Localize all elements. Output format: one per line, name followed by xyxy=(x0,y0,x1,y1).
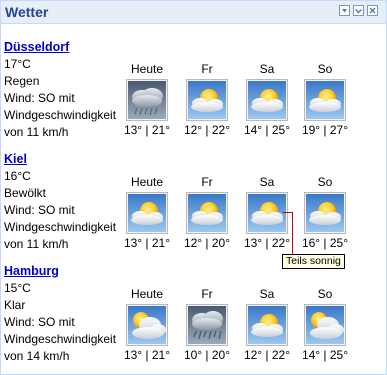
day-label: Fr xyxy=(201,62,213,76)
forecast-day: Heute 13° | 21° xyxy=(121,62,173,137)
city-block-kiel: Kiel 16°C Bewölkt Wind: SO mit Windgesch… xyxy=(4,151,124,253)
forecast-day: So 14° | 25° xyxy=(299,287,351,362)
temp-range: 12° | 20° xyxy=(183,236,231,250)
day-label: Sa xyxy=(259,287,275,301)
wind-direction: Wind: SO mit xyxy=(4,203,75,217)
forecast-day: Fr 12° | 20° xyxy=(181,175,233,250)
wind-speed-label: Windgeschwindigkeit xyxy=(4,332,117,346)
city-link[interactable]: Hamburg xyxy=(4,263,124,280)
wind-speed: von 14 km/h xyxy=(4,349,70,363)
weather-widget: Wetter Düsseldorf 17°C Regen Wind: SO mi… xyxy=(0,0,387,375)
day-label: Heute xyxy=(130,287,164,301)
day-label: So xyxy=(317,175,333,189)
tooltip-pointer xyxy=(292,212,293,254)
day-label: Fr xyxy=(201,287,213,301)
current-condition: Klar xyxy=(4,298,26,312)
partly-sunny-icon xyxy=(304,79,346,121)
widget-titlebar: Wetter xyxy=(1,1,386,24)
partly-cloudy-icon xyxy=(304,304,346,346)
temp-range: 19° | 27° xyxy=(301,123,349,137)
rain-icon xyxy=(126,79,168,121)
partly-cloudy-icon xyxy=(126,304,168,346)
forecast-day: Heute 13° | 21° xyxy=(121,175,173,250)
current-condition: Bewölkt xyxy=(4,186,47,200)
menu-dropdown-icon[interactable] xyxy=(339,5,350,16)
temp-range: 13° | 22° xyxy=(243,236,291,250)
wind-speed-label: Windgeschwindigkeit xyxy=(4,108,117,122)
day-label: Sa xyxy=(259,62,275,76)
close-icon[interactable] xyxy=(367,5,378,16)
temp-range: 16° | 25° xyxy=(301,236,349,250)
temp-range: 13° | 21° xyxy=(123,348,171,362)
temp-range: 13° | 21° xyxy=(123,123,171,137)
forecast-day: Fr 10° | 20° xyxy=(181,287,233,362)
partly-sunny-icon xyxy=(304,192,346,234)
forecast-day: Fr 12° | 22° xyxy=(181,62,233,137)
partly-sunny-icon xyxy=(186,79,228,121)
minimize-icon[interactable] xyxy=(353,5,364,16)
wind-direction: Wind: SO mit xyxy=(4,91,75,105)
wind-speed-label: Windgeschwindigkeit xyxy=(4,220,117,234)
partly-sunny-icon xyxy=(186,192,228,234)
rain-icon xyxy=(186,304,228,346)
day-label: So xyxy=(317,287,333,301)
day-label: Fr xyxy=(201,175,213,189)
day-label: Heute xyxy=(130,175,164,189)
day-label: Sa xyxy=(259,175,275,189)
temp-range: 12° | 22° xyxy=(183,123,231,137)
forecast-day: So 19° | 27° xyxy=(299,62,351,137)
city-block-duesseldorf: Düsseldorf 17°C Regen Wind: SO mit Windg… xyxy=(4,39,124,141)
forecast-day: Heute 13° | 21° xyxy=(121,287,173,362)
partly-sunny-icon[interactable] xyxy=(246,192,288,234)
current-condition: Regen xyxy=(4,74,40,88)
current-temp: 16°C xyxy=(4,169,31,183)
day-label: Heute xyxy=(130,62,164,76)
forecast-day: So 16° | 25° xyxy=(299,175,351,250)
city-block-hamburg: Hamburg 15°C Klar Wind: SO mit Windgesch… xyxy=(4,263,124,365)
wind-speed: von 11 km/h xyxy=(4,237,69,251)
temp-range: 13° | 21° xyxy=(123,236,171,250)
temp-range: 10° | 20° xyxy=(183,348,231,362)
day-label: So xyxy=(317,62,333,76)
current-temp: 17°C xyxy=(4,57,31,71)
wind-speed: von 11 km/h xyxy=(4,125,69,139)
partly-sunny-icon xyxy=(126,192,168,234)
forecast-day: Sa 12° | 22° xyxy=(241,287,293,362)
partly-sunny-icon xyxy=(246,79,288,121)
temp-range: 14° | 25° xyxy=(243,123,291,137)
city-link[interactable]: Düsseldorf xyxy=(4,39,124,56)
temp-range: 14° | 25° xyxy=(301,348,349,362)
condition-tooltip: Teils sonnig xyxy=(282,254,345,269)
partly-sunny-icon xyxy=(246,304,288,346)
wind-direction: Wind: SO mit xyxy=(4,315,75,329)
temp-range: 12° | 22° xyxy=(243,348,291,362)
forecast-day: Sa 14° | 25° xyxy=(241,62,293,137)
city-link[interactable]: Kiel xyxy=(4,151,124,168)
widget-title: Wetter xyxy=(5,4,49,20)
current-temp: 15°C xyxy=(4,281,31,295)
